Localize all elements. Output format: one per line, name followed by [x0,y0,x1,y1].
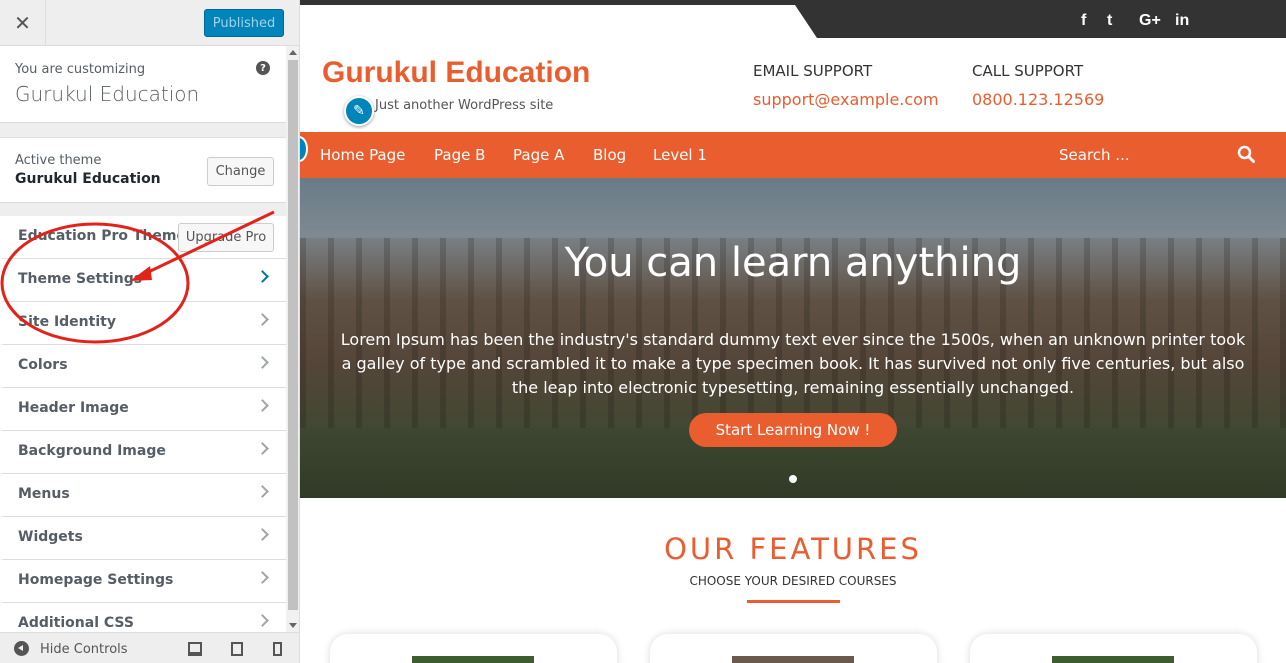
site-title[interactable]: Gurukul Education [322,56,590,90]
section-label: Theme Settings [18,271,143,287]
section-label: Header Image [18,400,129,416]
course-image [732,656,854,663]
desktop-preview-icon[interactable] [188,642,202,656]
call-support-heading: CALL SUPPORT [972,62,1084,80]
main-nav: Home Page Page B Page A Blog Level 1 Sea… [300,132,1286,178]
chevron-right-icon [256,571,269,584]
scroll-down-arrow[interactable] [289,623,297,628]
features-title: OUR FEATURES [664,532,922,566]
google-plus-icon[interactable]: G+ [1139,12,1161,30]
hero-slider: You can learn anything Lorem Ipsum has b… [300,178,1286,498]
nav-item-home[interactable]: Home Page [320,146,405,164]
section-header-image[interactable]: Header Image [0,388,286,431]
chevron-right-icon [256,399,269,412]
social-bar: f t G+ in [795,5,1286,38]
sidebar-panel: You are customizing Gurukul Education ? … [0,46,286,632]
section-background-image[interactable]: Background Image [0,431,286,474]
slider-dot[interactable] [789,475,797,483]
course-image [1052,656,1174,663]
chevron-right-icon [256,614,269,627]
nav-item-page-a[interactable]: Page A [513,146,564,164]
scroll-up-arrow[interactable] [289,50,297,55]
section-label: Education Pro Theme [18,228,186,244]
section-colors[interactable]: Colors [0,345,286,388]
edit-shortcut-icon[interactable]: ✎ [344,96,374,126]
section-list: Education Pro Theme Upgrade Pro Theme Se… [0,216,286,632]
chevron-right-icon [256,485,269,498]
section-label: Homepage Settings [18,572,174,588]
chevron-right-icon [256,528,269,541]
start-learning-button[interactable]: Start Learning Now ! [689,413,897,447]
close-button[interactable]: ✕ [0,0,46,46]
hero-text: Lorem Ipsum has been the industry's stan… [340,330,1246,397]
customizer-sidebar: ✕ Published You are customizing Gurukul … [0,0,300,663]
top-bar [300,0,1286,5]
email-support-heading: EMAIL SUPPORT [753,62,873,80]
section-label: Colors [18,357,68,373]
section-theme-settings[interactable]: Theme Settings [0,259,286,302]
active-theme-name: Gurukul Education [15,171,161,187]
nav-item-blog[interactable]: Blog [593,146,626,164]
sidebar-footer: Hide Controls [0,632,299,663]
section-homepage-settings[interactable]: Homepage Settings [0,560,286,603]
active-theme-box: Active theme Gurukul Education Change [0,137,286,203]
customizing-label: You are customizing [15,62,146,77]
scrollbar-thumb[interactable] [288,60,298,610]
course-image [412,656,534,663]
call-support-value[interactable]: 0800.123.12569 [972,90,1104,109]
section-label: Additional CSS [18,615,134,631]
edit-shortcut-icon[interactable] [300,136,308,162]
customizing-info: You are customizing Gurukul Education ? [0,46,286,123]
search-icon[interactable] [1237,145,1255,163]
mobile-preview-icon[interactable] [273,642,282,656]
nav-item-page-b[interactable]: Page B [434,146,485,164]
site-name: Gurukul Education [15,82,200,106]
active-theme-label: Active theme [15,153,102,168]
section-label: Menus [18,486,70,502]
hero-title: You can learn anything [564,240,1022,286]
nav-item-level-1[interactable]: Level 1 [653,146,707,164]
tablet-preview-icon[interactable] [231,642,243,656]
change-theme-button[interactable]: Change [207,157,274,186]
features-divider [747,600,840,603]
site-preview: f t G+ in Gurukul Education ✎ Just anoth… [300,0,1286,663]
chevron-right-icon [256,442,269,455]
section-additional-css[interactable]: Additional CSS [0,603,286,632]
features-subtitle: CHOOSE YOUR DESIRED COURSES [689,574,897,588]
search-input[interactable]: Search ... [1059,146,1130,164]
sidebar-header: ✕ Published [0,0,299,46]
facebook-icon[interactable]: f [1081,12,1086,30]
upgrade-pro-button[interactable]: Upgrade Pro [178,223,274,252]
close-icon: ✕ [14,11,31,35]
site-tagline: Just another WordPress site [375,98,554,113]
help-icon[interactable]: ? [256,61,270,75]
email-support-value[interactable]: support@example.com [753,90,939,109]
section-label: Widgets [18,529,83,545]
section-widgets[interactable]: Widgets [0,517,286,560]
published-button[interactable]: Published [204,9,284,37]
section-education-pro: Education Pro Theme Upgrade Pro [0,216,286,259]
collapse-icon[interactable] [14,641,29,656]
section-site-identity[interactable]: Site Identity [0,302,286,345]
chevron-right-icon [256,356,269,369]
section-label: Background Image [18,443,166,459]
twitter-icon[interactable]: t [1107,12,1112,30]
linkedin-icon[interactable]: in [1175,12,1189,30]
course-card[interactable] [970,634,1257,663]
course-card[interactable] [650,634,937,663]
chevron-right-icon [256,270,269,283]
course-card[interactable] [330,634,617,663]
section-menus[interactable]: Menus [0,474,286,517]
chevron-right-icon [256,313,269,326]
sidebar-scrollbar[interactable] [286,46,299,632]
section-label: Site Identity [18,314,116,330]
hide-controls-button[interactable]: Hide Controls [40,642,128,657]
